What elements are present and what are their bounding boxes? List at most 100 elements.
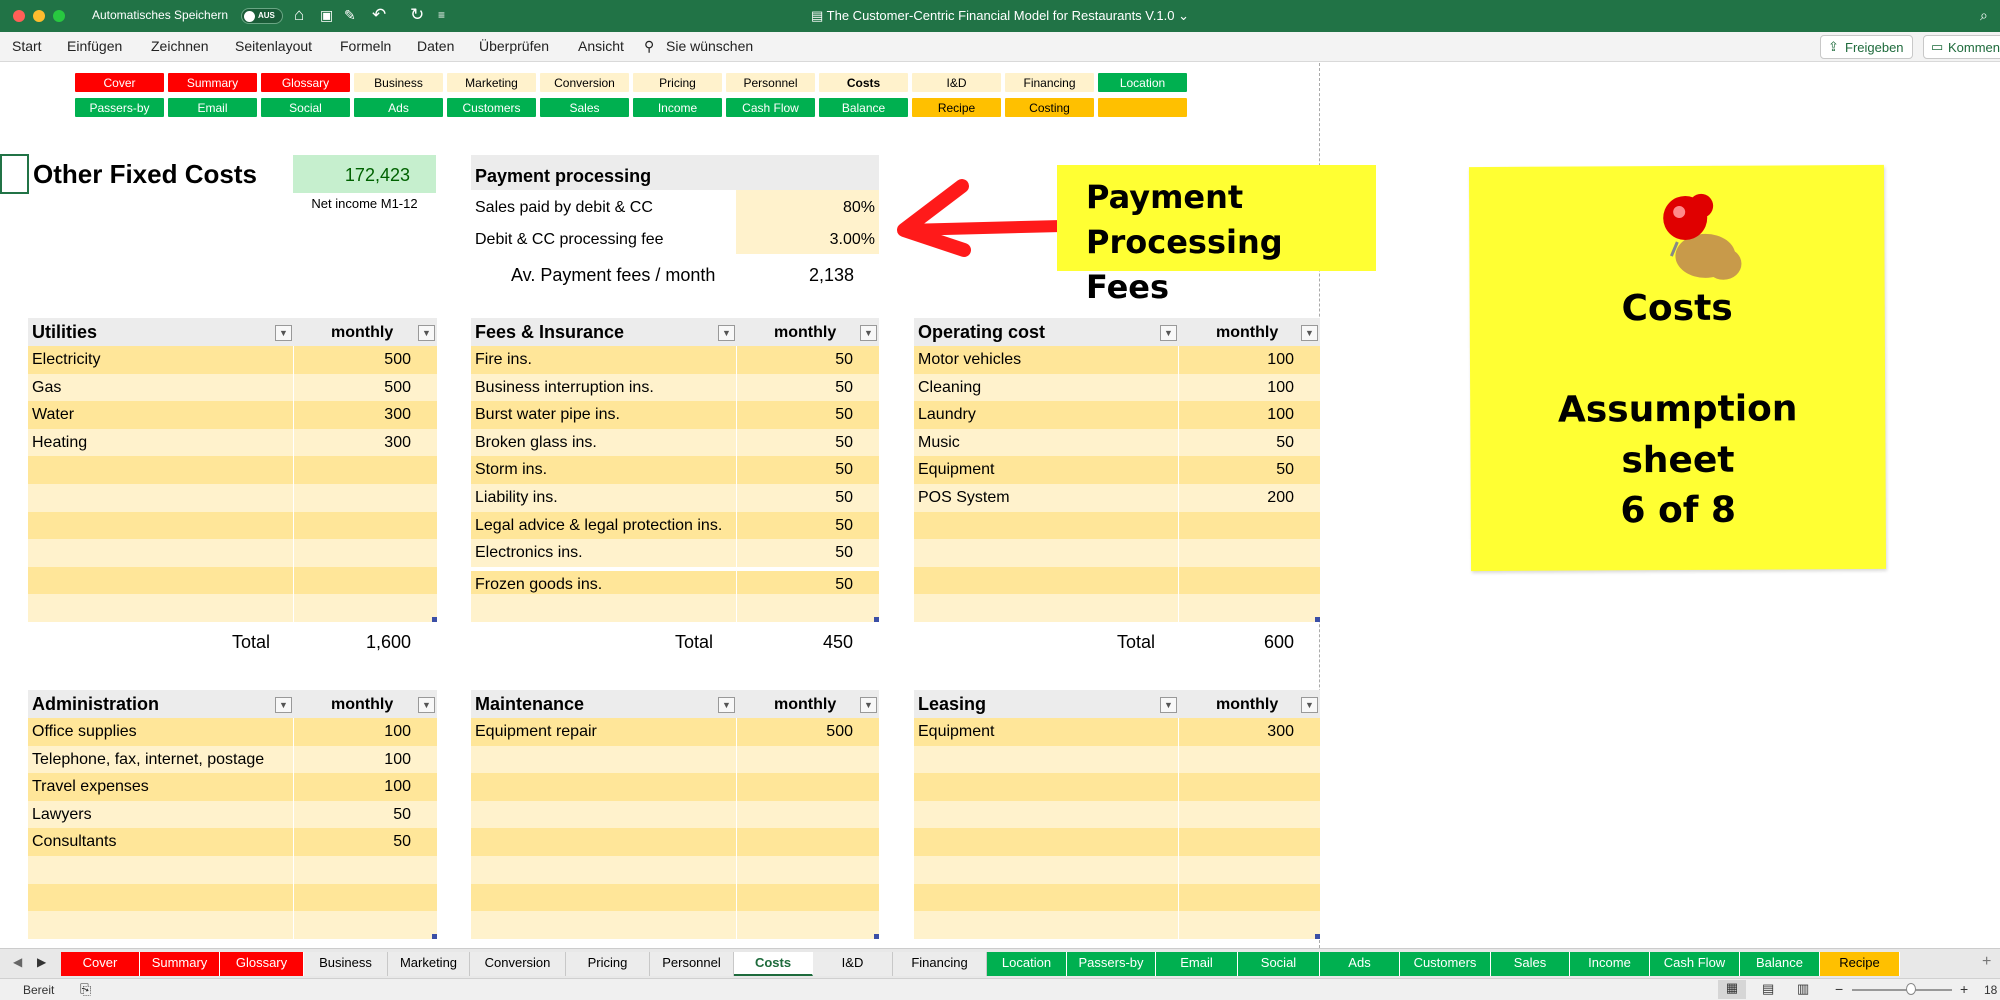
table-row[interactable]: Business interruption ins. 50 <box>471 373 879 402</box>
table-row[interactable] <box>914 883 1320 912</box>
table-row[interactable] <box>28 911 437 939</box>
table-row[interactable]: Motor vehicles 100 <box>914 346 1320 374</box>
nav-button-financing[interactable]: Financing <box>1004 72 1095 93</box>
filter-dropdown-icon[interactable]: ▼ <box>418 697 435 713</box>
table-row[interactable] <box>28 594 437 622</box>
nav-button-costing[interactable]: Costing <box>1004 97 1095 118</box>
table-row[interactable]: Gas 500 <box>28 373 437 402</box>
sheet-tab-pricing[interactable]: Pricing <box>566 952 650 976</box>
menu-page-layout[interactable]: Seitenlayout <box>235 38 312 54</box>
table-row[interactable] <box>914 773 1320 801</box>
table-resize-handle[interactable] <box>432 617 437 622</box>
sheet-tab-personnel[interactable]: Personnel <box>650 952 734 976</box>
sheet-tab-ads[interactable]: Ads <box>1320 952 1400 976</box>
table-row[interactable] <box>914 594 1320 622</box>
sheet-tab-glossary[interactable]: Glossary <box>220 952 304 976</box>
nav-button-income[interactable]: Income <box>632 97 723 118</box>
table-row[interactable]: Lawyers 50 <box>28 800 437 829</box>
table-row[interactable]: Burst water pipe ins. 50 <box>471 401 879 429</box>
nav-button-cover[interactable]: Cover <box>74 72 165 93</box>
filter-dropdown-icon[interactable]: ▼ <box>275 697 292 713</box>
table-row[interactable] <box>471 828 879 856</box>
sheet-tab-summary[interactable]: Summary <box>140 952 220 976</box>
zoom-slider[interactable] <box>1852 989 1952 991</box>
table-row[interactable]: Laundry 100 <box>914 401 1320 429</box>
filter-dropdown-icon[interactable]: ▼ <box>1160 697 1177 713</box>
nav-button-pricing[interactable]: Pricing <box>632 72 723 93</box>
table-row[interactable] <box>28 484 437 512</box>
nav-button-location[interactable]: Location <box>1097 72 1188 93</box>
filter-dropdown-icon[interactable]: ▼ <box>1301 325 1318 341</box>
table-row[interactable]: Water 300 <box>28 401 437 429</box>
menu-formulas[interactable]: Formeln <box>340 38 391 54</box>
sheet-tab-email[interactable]: Email <box>1156 952 1238 976</box>
table-row[interactable] <box>914 828 1320 856</box>
share-button[interactable]: ⇪ Freigeben <box>1820 35 1913 59</box>
sheet-tab-business[interactable]: Business <box>304 952 388 976</box>
sheet-tab-marketing[interactable]: Marketing <box>388 952 470 976</box>
table-row[interactable] <box>914 856 1320 884</box>
sheet-tab-cash-flow[interactable]: Cash Flow <box>1650 952 1740 976</box>
nav-button-social[interactable]: Social <box>260 97 351 118</box>
table-row[interactable]: Liability ins. 50 <box>471 484 879 512</box>
filter-dropdown-icon[interactable]: ▼ <box>860 697 877 713</box>
table-row[interactable] <box>914 911 1320 939</box>
table-row[interactable] <box>914 539 1320 567</box>
sheet-tab-balance[interactable]: Balance <box>1740 952 1820 976</box>
table-row[interactable]: Storm ins. 50 <box>471 456 879 484</box>
comments-button[interactable]: ▭ Kommen <box>1923 35 2000 59</box>
zoom-out-icon[interactable]: − <box>1835 981 1843 997</box>
table-row[interactable] <box>914 511 1320 540</box>
table-row[interactable] <box>471 911 879 939</box>
nav-button-email[interactable]: Email <box>167 97 258 118</box>
table-row[interactable]: Equipment repair 500 <box>471 718 879 746</box>
table-row[interactable]: Consultants 50 <box>28 828 437 856</box>
table-row[interactable] <box>28 511 437 540</box>
nav-button-recipe[interactable]: Recipe <box>911 97 1002 118</box>
nav-button-cash-flow[interactable]: Cash Flow <box>725 97 816 118</box>
filter-dropdown-icon[interactable]: ▼ <box>860 325 877 341</box>
table-row[interactable]: Broken glass ins. 50 <box>471 428 879 457</box>
menu-insert[interactable]: Einfügen <box>67 38 122 54</box>
table-row[interactable] <box>28 883 437 912</box>
filter-dropdown-icon[interactable]: ▼ <box>718 697 735 713</box>
table-row[interactable]: Fire ins. 50 <box>471 346 879 374</box>
table-row[interactable]: Electricity 500 <box>28 346 437 374</box>
table-resize-handle[interactable] <box>1315 933 1320 939</box>
table-row[interactable] <box>471 883 879 912</box>
sheet-tab-social[interactable]: Social <box>1238 952 1320 976</box>
nav-button-summary[interactable]: Summary <box>167 72 258 93</box>
table-row[interactable] <box>914 800 1320 829</box>
filter-dropdown-icon[interactable]: ▼ <box>1301 697 1318 713</box>
menu-data[interactable]: Daten <box>417 38 454 54</box>
menu-start[interactable]: Start <box>12 38 42 54</box>
menu-view[interactable]: Ansicht <box>578 38 624 54</box>
page-layout-view-icon[interactable]: ▤ <box>1762 981 1774 997</box>
menu-review[interactable]: Überprüfen <box>479 38 549 54</box>
table-row[interactable] <box>28 456 437 484</box>
table-row[interactable] <box>914 745 1320 774</box>
nav-button-balance[interactable]: Balance <box>818 97 909 118</box>
table-row[interactable] <box>28 566 437 595</box>
search-icon[interactable]: ⌕ <box>1980 5 1988 25</box>
filter-dropdown-icon[interactable]: ▼ <box>718 325 735 341</box>
filter-dropdown-icon[interactable]: ▼ <box>275 325 292 341</box>
tell-me-input[interactable]: Sie wünschen <box>666 38 753 54</box>
table-resize-handle[interactable] <box>874 933 879 939</box>
table-row[interactable]: Equipment 300 <box>914 718 1320 746</box>
page-break-view-icon[interactable]: ▥ <box>1797 981 1809 997</box>
zoom-slider-handle[interactable] <box>1906 983 1916 995</box>
filter-dropdown-icon[interactable]: ▼ <box>1160 325 1177 341</box>
sheet-tab-cover[interactable]: Cover <box>61 952 140 976</box>
chevron-down-icon[interactable]: ⌄ <box>1174 8 1189 23</box>
prev-sheet-icon[interactable]: ◀ <box>13 955 22 969</box>
nav-button-personnel[interactable]: Personnel <box>725 72 816 93</box>
selected-cell[interactable] <box>0 154 29 194</box>
accessibility-icon[interactable]: ⎘ <box>80 981 91 998</box>
table-row[interactable] <box>471 800 879 829</box>
table-row[interactable] <box>471 773 879 801</box>
table-row[interactable]: Office supplies 100 <box>28 718 437 746</box>
nav-button-passers-by[interactable]: Passers-by <box>74 97 165 118</box>
table-row[interactable]: Cleaning 100 <box>914 373 1320 402</box>
table-row[interactable] <box>28 539 437 567</box>
